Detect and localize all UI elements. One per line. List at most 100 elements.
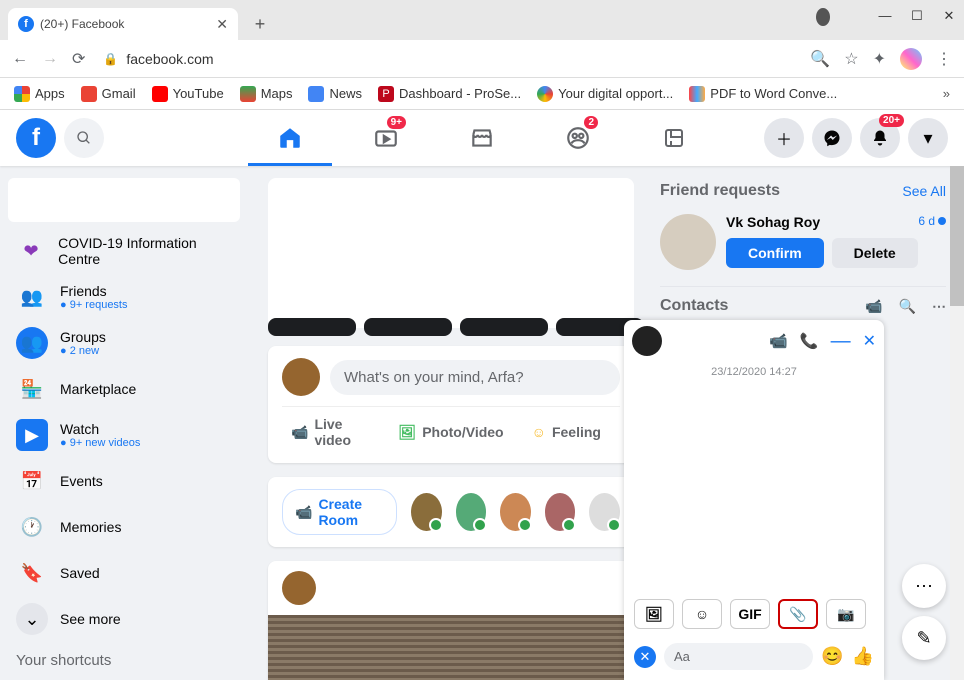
messenger-button[interactable] — [812, 118, 852, 158]
home-icon — [277, 125, 303, 151]
user-avatar[interactable] — [282, 358, 320, 396]
pdf-icon — [689, 86, 705, 102]
chat-input[interactable]: Aa — [664, 643, 813, 670]
photo-video-button[interactable]: 🖼Photo/Video — [389, 407, 512, 457]
room-contact-avatar[interactable] — [411, 493, 442, 531]
minimize-chat-icon[interactable]: — — [831, 336, 851, 346]
request-avatar[interactable] — [660, 214, 716, 270]
notif-badge: 20+ — [879, 114, 904, 127]
create-room-button[interactable]: 📹Create Room — [282, 489, 397, 535]
search-button[interactable] — [64, 118, 104, 158]
reload-icon[interactable]: ⟳ — [72, 49, 85, 69]
nav-groups[interactable]: 2 — [534, 110, 622, 166]
video-call-icon[interactable]: 📹 — [769, 332, 788, 350]
bookmark-maps[interactable]: Maps — [240, 86, 293, 102]
back-icon[interactable]: ← — [12, 50, 28, 68]
post-author-avatar[interactable] — [282, 571, 316, 605]
camera-tool[interactable]: 📷 — [826, 599, 866, 629]
new-room-icon[interactable]: 📹 — [865, 298, 882, 315]
bookmark-gmail[interactable]: Gmail — [81, 86, 136, 102]
attachment-tool[interactable]: 📎 — [778, 599, 818, 629]
post-image[interactable] — [268, 615, 634, 680]
new-message-button[interactable]: ✎ — [902, 616, 946, 660]
sidebar-item-friends[interactable]: 👥Friends● 9+ requests — [8, 274, 240, 320]
sidebar-item-covid[interactable]: ❤COVID-19 Information Centre — [8, 228, 240, 274]
sidebar-item-groups[interactable]: 👥Groups● 2 new — [8, 320, 240, 366]
sticker-tool[interactable]: ☺ — [682, 599, 722, 629]
sidebar-item-seemore[interactable]: ⌄See more — [8, 596, 240, 642]
browser-menu-icon[interactable]: ⋮ — [936, 49, 952, 69]
close-window-icon[interactable]: ✕ — [942, 8, 956, 26]
chat-header[interactable]: 📹 📞 — ✕ — [624, 320, 884, 362]
composer-input[interactable]: What's on your mind, Arfa? — [330, 360, 620, 395]
emoji-picker-icon[interactable]: 😊 — [821, 646, 843, 667]
nav-home[interactable] — [246, 110, 334, 166]
maximize-icon[interactable]: ☐ — [910, 8, 924, 26]
audio-call-icon[interactable]: 📞 — [800, 332, 819, 350]
dots-icon: ⋯ — [915, 576, 933, 597]
story-thumbnails — [268, 318, 644, 336]
bookmark-apps[interactable]: Apps — [14, 86, 65, 102]
room-contact-avatar[interactable] — [500, 493, 531, 531]
nav-watch[interactable]: 9+ — [342, 110, 430, 166]
extensions-icon[interactable]: ✦ — [873, 49, 886, 69]
left-rail: ❤COVID-19 Information Centre 👥Friends● 9… — [0, 166, 248, 680]
chat-shortcuts-button[interactable]: ⋯ — [902, 564, 946, 608]
room-contact-avatar[interactable] — [589, 493, 620, 531]
profile-indicator-icon[interactable] — [816, 8, 830, 26]
smile-icon: ☺ — [532, 424, 546, 440]
create-button[interactable]: ＋ — [764, 118, 804, 158]
more-actions-icon[interactable]: ✕ — [634, 646, 656, 668]
page-scrollbar[interactable] — [950, 166, 964, 680]
browser-profile-avatar[interactable] — [900, 48, 922, 70]
facebook-logo[interactable]: f — [16, 118, 56, 158]
room-contact-avatar[interactable] — [545, 493, 576, 531]
room-contact-avatar[interactable] — [456, 493, 487, 531]
contacts-options-icon[interactable]: ⋯ — [932, 298, 946, 315]
bookmark-youtube[interactable]: YouTube — [152, 86, 224, 102]
browser-tab[interactable]: f (20+) Facebook ✕ — [8, 8, 238, 40]
nav-marketplace[interactable] — [438, 110, 526, 166]
like-icon[interactable]: 👍 — [852, 646, 874, 667]
close-tab-icon[interactable]: ✕ — [216, 16, 228, 33]
scrollbar-thumb[interactable] — [950, 166, 964, 306]
profile-chip[interactable] — [8, 178, 240, 222]
shield-heart-icon: ❤ — [16, 235, 46, 267]
sidebar-item-watch[interactable]: ▶Watch● 9+ new videos — [8, 412, 240, 458]
live-video-button[interactable]: 📹Live video — [282, 407, 389, 457]
sidebar-item-marketplace[interactable]: 🏪Marketplace — [8, 366, 240, 412]
bookmarks-overflow-icon[interactable]: » — [943, 86, 950, 101]
new-tab-button[interactable]: + — [246, 10, 274, 38]
minimize-icon[interactable]: — — [878, 8, 892, 26]
gif-tool[interactable]: GIF — [730, 599, 770, 629]
stories-card[interactable] — [268, 178, 634, 328]
account-menu-button[interactable]: ▾ — [908, 118, 948, 158]
sidebar-item-saved[interactable]: 🔖Saved — [8, 550, 240, 596]
shortcut-item[interactable]: ssuccess_ful_ — [8, 675, 240, 680]
close-chat-icon[interactable]: ✕ — [863, 331, 876, 351]
address-bar[interactable]: 🔒 facebook.com — [99, 51, 796, 67]
sidebar-item-memories[interactable]: 🕐Memories — [8, 504, 240, 550]
notifications-button[interactable]: 20+ — [860, 118, 900, 158]
bookmark-pdf[interactable]: PDF to Word Conve... — [689, 86, 837, 102]
friends-icon: 👥 — [16, 281, 48, 313]
request-name[interactable]: Vk Sohag Roy — [726, 214, 820, 230]
nav-gaming[interactable] — [630, 110, 718, 166]
calendar-icon: 📅 — [16, 465, 48, 497]
sidebar-item-events[interactable]: 📅Events — [8, 458, 240, 504]
chat-input-row: ✕ Aa 😊 👍 — [624, 637, 884, 680]
feeling-button[interactable]: ☺Feeling — [513, 407, 620, 457]
photo-tool[interactable]: 🖼 — [634, 599, 674, 629]
see-all-link[interactable]: See All — [902, 183, 946, 199]
composer: What's on your mind, Arfa? 📹Live video 🖼… — [268, 346, 634, 463]
groups-icon — [565, 125, 591, 151]
confirm-button[interactable]: Confirm — [726, 238, 824, 268]
gaming-icon — [662, 126, 686, 150]
search-contacts-icon[interactable]: 🔍 — [899, 298, 916, 315]
bookmark-news[interactable]: News — [308, 86, 362, 102]
delete-button[interactable]: Delete — [832, 238, 918, 268]
bookmark-digital[interactable]: Your digital opport... — [537, 86, 673, 102]
bookmark-dashboard[interactable]: PDashboard - ProSe... — [378, 86, 521, 102]
zoom-icon[interactable]: 🔍 — [810, 49, 830, 69]
star-icon[interactable]: ☆ — [844, 49, 858, 69]
